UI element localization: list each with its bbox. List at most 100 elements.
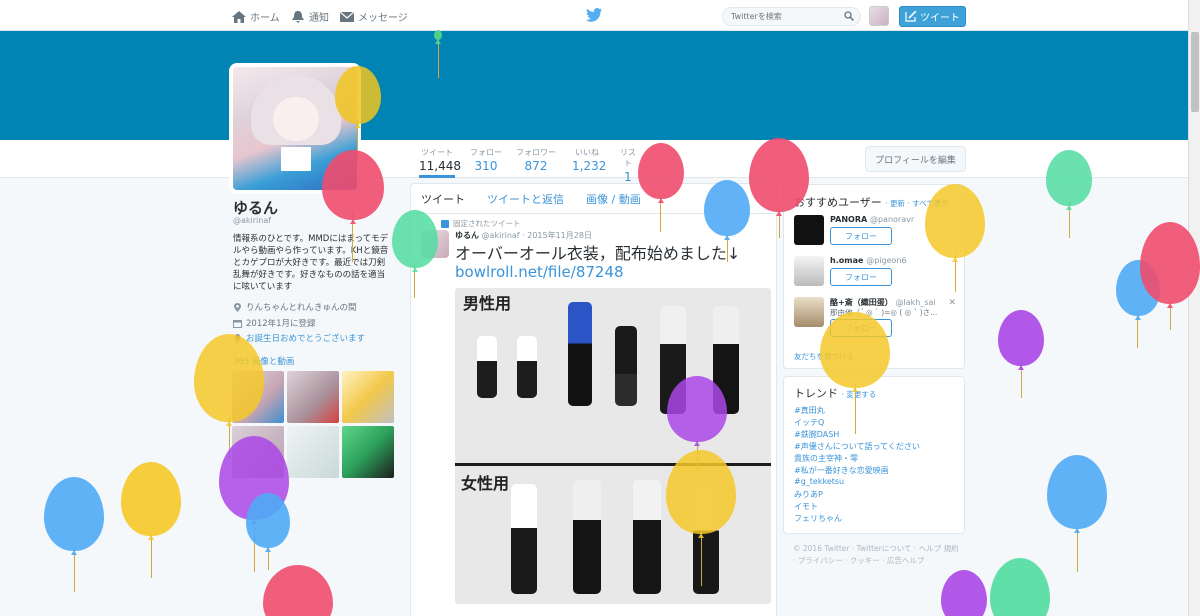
user-avatar-menu[interactable] bbox=[869, 6, 889, 26]
media-thumb[interactable] bbox=[287, 426, 339, 478]
nav-home[interactable]: ホーム bbox=[232, 9, 280, 24]
outfit-figure bbox=[693, 488, 719, 594]
outfit-figure bbox=[713, 306, 739, 414]
stat-value: 1,232 bbox=[572, 159, 607, 173]
compose-icon bbox=[905, 11, 917, 22]
media-thumb[interactable] bbox=[232, 371, 284, 423]
scrollbar-thumb[interactable] bbox=[1191, 32, 1199, 112]
timeline: ツイート ツイートと返信 画像 / 動画 固定されたツイート ゆるん @akir… bbox=[410, 183, 777, 616]
media-thumb[interactable] bbox=[342, 371, 394, 423]
suggested-user-avatar[interactable] bbox=[794, 297, 824, 327]
stat-label: フォロー bbox=[470, 148, 502, 157]
top-navigation: ホーム 通知 メッセージ ツイート bbox=[0, 0, 1188, 31]
edit-profile-button[interactable]: プロフィールを編集 bbox=[865, 146, 966, 172]
profile-avatar[interactable] bbox=[229, 63, 361, 194]
tweet-avatar[interactable] bbox=[421, 230, 449, 258]
tab-media[interactable]: 画像 / 動画 bbox=[586, 191, 641, 207]
trend-item[interactable]: イモト bbox=[794, 501, 818, 512]
media-thumb[interactable] bbox=[232, 426, 284, 478]
balloon bbox=[990, 558, 1050, 616]
outfit-figure bbox=[477, 336, 497, 398]
profile-location-text: りんちゃんとれんきゅんの間 bbox=[246, 303, 357, 313]
stat-lists[interactable]: リスト 1 bbox=[617, 147, 639, 184]
stat-tweets[interactable]: ツイート 11,448 bbox=[419, 147, 461, 178]
balloon bbox=[941, 570, 987, 616]
tab-tweets-replies[interactable]: ツイートと返信 bbox=[487, 191, 564, 207]
nav-messages[interactable]: メッセージ bbox=[340, 9, 408, 24]
profile-bio: 情報系のひとです。MMDにはまってモデルやら動画やら作っています。KHと鏡音とカ… bbox=[233, 234, 389, 292]
search-icon[interactable] bbox=[844, 11, 854, 21]
suggested-user-avatar[interactable] bbox=[794, 215, 824, 245]
follow-button-label: フォロー bbox=[845, 272, 877, 282]
stat-value: 872 bbox=[524, 159, 548, 173]
suggested-user-name-text[interactable]: PANORA bbox=[830, 215, 867, 224]
trends-title-text: トレンド bbox=[794, 387, 838, 400]
balloon-icon bbox=[234, 333, 241, 343]
trend-item[interactable]: #g_tekketsu bbox=[794, 477, 844, 486]
follow-button[interactable]: フォロー bbox=[830, 227, 892, 245]
stat-label: フォロワー bbox=[516, 148, 556, 157]
follow-button-label: フォロー bbox=[845, 323, 877, 333]
stat-followers[interactable]: フォロワー 872 bbox=[516, 147, 556, 173]
balloon bbox=[1047, 455, 1107, 529]
profile-name[interactable]: ゆるん bbox=[233, 197, 278, 218]
nav-notifications-label: 通知 bbox=[309, 13, 329, 24]
tab-tweets[interactable]: ツイート bbox=[421, 191, 465, 207]
media-grid bbox=[232, 371, 395, 478]
trend-item[interactable]: #真田丸 bbox=[794, 405, 825, 416]
tweet-link[interactable]: bowlroll.net/file/87248 bbox=[455, 263, 624, 281]
balloon bbox=[998, 310, 1044, 366]
profile-birthday-text: お誕生日おめでとうございます bbox=[246, 334, 366, 344]
trend-item[interactable]: みりあP bbox=[794, 489, 823, 500]
suggested-user-avatar[interactable] bbox=[794, 256, 824, 286]
media-thumb[interactable] bbox=[287, 371, 339, 423]
profile-handle[interactable]: @akirinaf bbox=[233, 216, 271, 225]
media-thumb[interactable] bbox=[342, 426, 394, 478]
trend-item[interactable]: #鉄腕DASH bbox=[794, 429, 839, 440]
nav-notifications[interactable]: 通知 bbox=[291, 9, 329, 24]
trend-item[interactable]: 貴族の主宰神・零 bbox=[794, 453, 858, 464]
image-divider bbox=[455, 463, 771, 466]
profile-joined-text: 2012年1月に登録 bbox=[246, 319, 316, 329]
tweet-button[interactable]: ツイート bbox=[899, 6, 966, 27]
stat-value: 310 bbox=[474, 159, 498, 173]
twitter-bird-icon[interactable] bbox=[586, 8, 602, 22]
follow-button[interactable]: フォロー bbox=[830, 268, 892, 286]
image-label-female: 女性用 bbox=[461, 474, 510, 493]
outfit-figure bbox=[568, 302, 592, 406]
suggested-user-name: h.omae @pigeon6 bbox=[830, 256, 907, 265]
follow-button[interactable]: フォロー bbox=[830, 319, 892, 337]
stat-label: ツイート bbox=[421, 148, 453, 157]
stat-likes[interactable]: いいね 1,232 bbox=[572, 147, 607, 173]
media-link-text: 365 画像と動画 bbox=[233, 357, 295, 367]
trend-item[interactable]: フェリちゃん bbox=[794, 513, 842, 524]
trend-item[interactable]: イッテQ bbox=[794, 417, 824, 428]
search-box[interactable] bbox=[722, 7, 861, 26]
outfit-figure bbox=[511, 484, 537, 594]
tweet-meta[interactable]: @akirinaf · 2015年11月28日 bbox=[482, 231, 592, 240]
find-friends-link[interactable]: 友だちを見つける bbox=[794, 351, 854, 362]
tweet-image[interactable]: 男性用 女性用 bbox=[455, 288, 771, 604]
search-input[interactable] bbox=[723, 8, 838, 25]
stat-following[interactable]: フォロー 310 bbox=[470, 147, 502, 173]
tweet-author-name[interactable]: ゆるん bbox=[455, 231, 479, 240]
suggested-user-name-text[interactable]: h.omae bbox=[830, 256, 863, 265]
trend-item[interactable]: #声優さんについて語ってください bbox=[794, 441, 920, 452]
suggested-user-handle[interactable]: @panoravr bbox=[870, 215, 914, 224]
suggested-user-name-text[interactable]: 酪+斎（織田蛋） bbox=[830, 298, 893, 307]
balloon bbox=[121, 462, 181, 536]
suggested-user-handle[interactable]: @pigeon6 bbox=[866, 256, 906, 265]
profile-stats-bar: ツイート 11,448 フォロー 310 フォロワー 872 いいね 1,232 リスト… bbox=[0, 140, 1188, 184]
site-footer: © 2016 Twitter · Twitterについて · ヘルプ 規約 · … bbox=[793, 544, 959, 565]
wtf-title-text: おすすめユーザー bbox=[794, 196, 882, 209]
media-link[interactable]: 365 画像と動画 bbox=[233, 355, 294, 367]
trend-item[interactable]: #私が一番好きな恋愛映画 bbox=[794, 465, 889, 476]
outfit-figure bbox=[660, 306, 686, 414]
trends-change-link[interactable]: · 変更する bbox=[842, 390, 877, 399]
profile-birthday[interactable]: お誕生日おめでとうございます bbox=[233, 332, 365, 344]
pinned-label: 固定されたツイート bbox=[441, 218, 521, 229]
wtf-refresh-link[interactable]: · 更新 · すべて表示 bbox=[885, 199, 949, 208]
page-scrollbar[interactable] bbox=[1188, 0, 1200, 616]
dismiss-icon[interactable]: ✕ bbox=[948, 298, 956, 308]
suggested-user-handle[interactable]: @lakh_sai bbox=[896, 298, 936, 307]
